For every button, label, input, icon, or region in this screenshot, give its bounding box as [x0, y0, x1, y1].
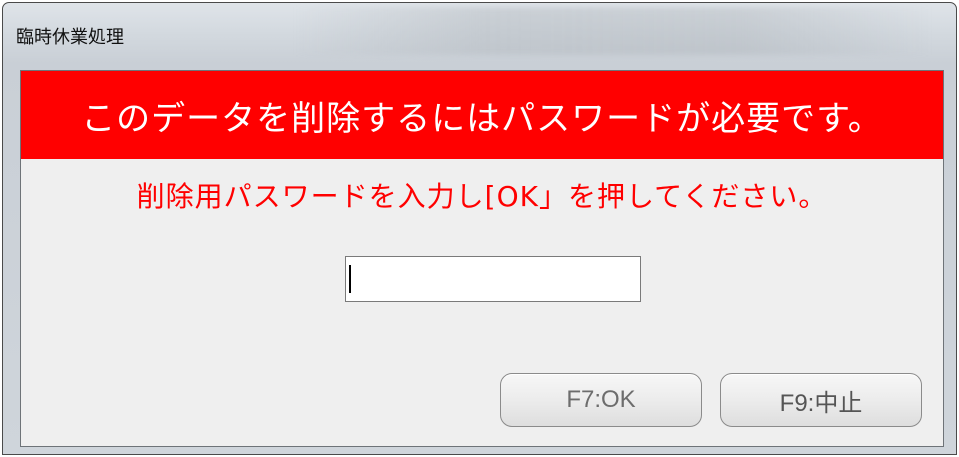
instruction-text: 削除用パスワードを入力し[OK」を押してください。	[136, 180, 828, 213]
text-caret	[349, 265, 351, 293]
dialog-content: このデータを削除するにはパスワードが必要です。 削除用パスワードを入力し[OK」…	[20, 70, 944, 447]
dialog-window: 臨時休業処理 このデータを削除するにはパスワードが必要です。 削除用パスワードを…	[2, 2, 957, 455]
cancel-button[interactable]: F9:中止	[720, 373, 922, 427]
ok-button[interactable]: F7:OK	[500, 373, 702, 427]
password-input[interactable]	[345, 256, 641, 302]
title-bar[interactable]: 臨時休業処理	[3, 3, 956, 63]
window-title: 臨時休業処理	[16, 27, 124, 48]
banner-message: このデータを削除するにはパスワードが必要です。	[81, 98, 883, 139]
warning-banner: このデータを削除するにはパスワードが必要です。	[21, 71, 943, 159]
title-bar-background	[293, 7, 933, 55]
